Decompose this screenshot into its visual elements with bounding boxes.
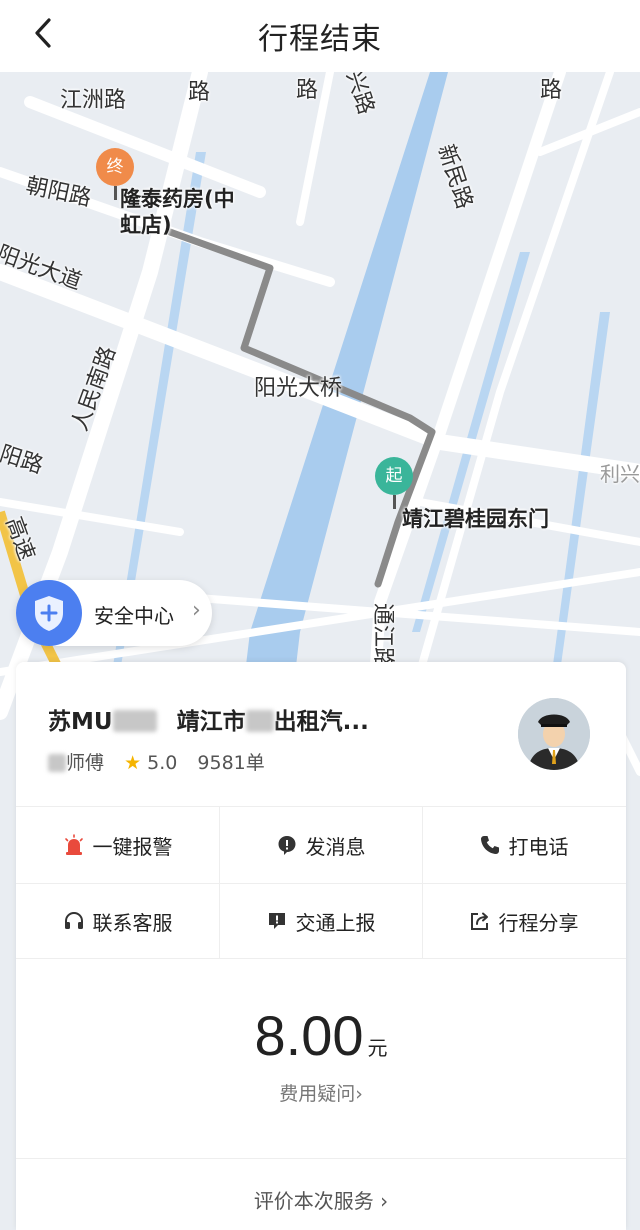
- road-label: 江洲路: [60, 88, 127, 113]
- road-label: 路: [188, 80, 211, 105]
- road-label: 通江路: [370, 602, 396, 670]
- chevron-right-icon: ›: [380, 1189, 389, 1213]
- end-place-name: 隆泰药房(中 虹店): [120, 187, 235, 237]
- share-trip-button[interactable]: 行程分享: [422, 883, 625, 959]
- road-label: 路: [540, 78, 563, 103]
- fare-amount: 8.00 元: [254, 1004, 388, 1067]
- road-label: 阳光大桥: [254, 376, 343, 401]
- headset-icon: [64, 911, 83, 929]
- start-marker-stem: [393, 495, 396, 509]
- road-label: 路: [296, 78, 319, 103]
- end-marker-badge[interactable]: 终: [96, 148, 134, 186]
- call-button[interactable]: 打电话: [422, 807, 625, 883]
- chevron-right-icon: ›: [192, 598, 201, 623]
- shield-icon: [16, 580, 82, 646]
- end-marker-stem: [114, 186, 117, 200]
- star-icon: ★: [124, 752, 142, 774]
- trip-summary-card: 苏MU 靖江市 出租汽... 师傅 ★ 5.0 9581单 一键报警 发消息 打…: [16, 662, 626, 1230]
- divider: [16, 883, 626, 884]
- customer-service-button[interactable]: 联系客服: [16, 883, 219, 959]
- action-grid: 一键报警 发消息 打电话 联系客服 交通上报 行程分享: [16, 806, 626, 959]
- safety-center-button[interactable]: 安全中心 ›: [16, 580, 212, 646]
- start-place-name: 靖江碧桂园东门: [402, 507, 549, 531]
- share-icon: [470, 912, 488, 930]
- safety-center-label: 安全中心: [94, 604, 174, 628]
- road-label: 利兴: [600, 462, 640, 486]
- driver-orders: 9581单: [197, 752, 265, 774]
- message-icon: [278, 836, 295, 855]
- driver-info: 师傅 ★ 5.0 9581单: [48, 748, 265, 775]
- top-bar: 行程结束: [0, 0, 640, 72]
- driver-plate-company: 苏MU 靖江市 出租汽...: [48, 709, 369, 735]
- fare-question-link[interactable]: 费用疑问›: [16, 1079, 626, 1106]
- alarm-icon: [64, 834, 83, 855]
- redacted-company: [245, 710, 274, 732]
- redacted-plate: [112, 710, 157, 732]
- chevron-right-icon: ›: [355, 1083, 363, 1105]
- driver-rating: 5.0: [147, 752, 178, 774]
- driver-avatar[interactable]: [518, 698, 590, 770]
- message-button[interactable]: 发消息: [219, 807, 422, 883]
- alarm-button[interactable]: 一键报警: [16, 807, 219, 883]
- rate-service-button[interactable]: 评价本次服务 ›: [16, 1158, 626, 1230]
- report-icon: [268, 913, 285, 929]
- redacted-surname: [48, 754, 66, 772]
- fare-section: 8.00 元 费用疑问›: [16, 958, 626, 1158]
- page-title: 行程结束: [258, 22, 382, 57]
- traffic-report-button[interactable]: 交通上报: [219, 883, 422, 959]
- phone-icon: [480, 836, 499, 854]
- start-marker-badge[interactable]: 起: [375, 457, 413, 495]
